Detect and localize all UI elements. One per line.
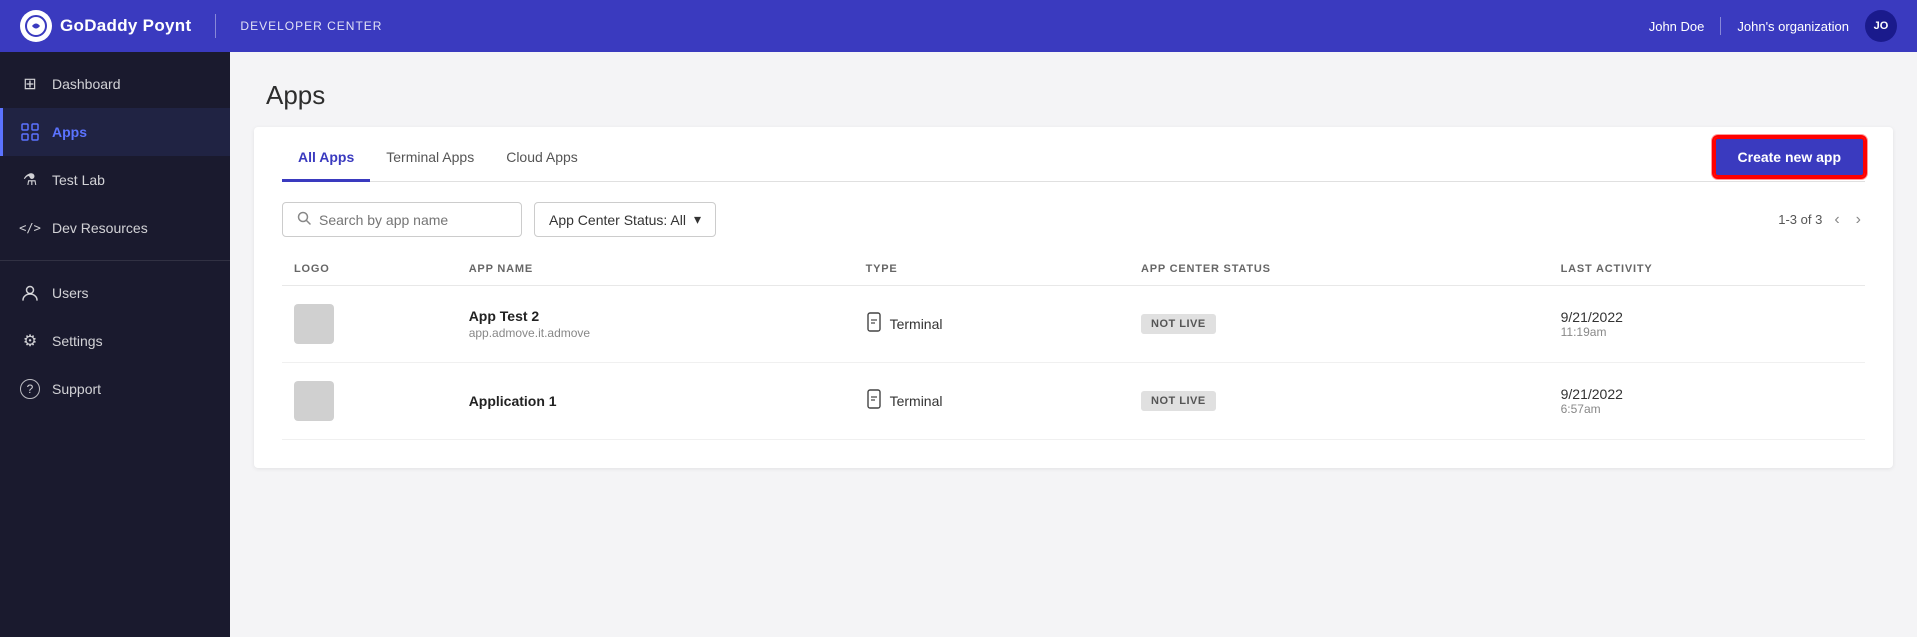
sidebar-label-settings: Settings (52, 333, 103, 349)
app-type-cell: Terminal (854, 363, 1129, 440)
user-name: John Doe (1649, 19, 1705, 34)
sidebar-item-users[interactable]: Users (0, 269, 230, 317)
sidebar-label-apps: Apps (52, 124, 87, 140)
status-filter-dropdown[interactable]: App Center Status: All ▾ (534, 202, 716, 237)
sidebar-item-testlab[interactable]: ⚗ Test Lab (0, 156, 230, 204)
tabs: All Apps Terminal Apps Cloud Apps (282, 133, 594, 181)
sidebar-item-support[interactable]: ? Support (0, 365, 230, 413)
dashboard-icon: ⊞ (20, 74, 40, 94)
sidebar-label-dashboard: Dashboard (52, 76, 121, 92)
status-badge: NOT LIVE (1141, 391, 1216, 411)
app-activity-cell: 9/21/2022 11:19am (1549, 286, 1865, 363)
activity-time: 6:57am (1561, 402, 1853, 416)
sidebar-label-devresources: Dev Resources (52, 220, 148, 236)
dev-center-label: DEVELOPER CENTER (240, 19, 382, 33)
app-type-label: Terminal (890, 393, 943, 409)
nav-divider (215, 14, 216, 38)
table-header-row: LOGO APP NAME TYPE APP CENTER STATUS LAS… (282, 253, 1865, 286)
activity-time: 11:19am (1561, 325, 1853, 339)
pagination-info: 1-3 of 3 ‹ › (1778, 209, 1865, 231)
tab-cloud-apps[interactable]: Cloud Apps (490, 133, 594, 182)
app-name: App Test 2 (469, 308, 842, 324)
sidebar-label-testlab: Test Lab (52, 172, 105, 188)
app-sub: app.admove.it.admove (469, 326, 842, 340)
pagination-next-button[interactable]: › (1852, 209, 1865, 231)
table-body: App Test 2 app.admove.it.admove Terminal (282, 286, 1865, 440)
support-icon: ? (20, 379, 40, 399)
sidebar-item-settings[interactable]: ⚙ Settings (0, 317, 230, 365)
status-badge: NOT LIVE (1141, 314, 1216, 334)
sidebar-item-apps[interactable]: Apps (0, 108, 230, 156)
logo-text: GoDaddy Poynt (60, 16, 191, 36)
app-logo-placeholder (294, 304, 334, 344)
col-header-logo: LOGO (282, 253, 457, 286)
avatar[interactable]: JO (1865, 10, 1897, 42)
settings-icon: ⚙ (20, 331, 40, 351)
nav-left: GoDaddy Poynt DEVELOPER CENTER (20, 10, 382, 42)
sidebar-divider (0, 260, 230, 261)
app-status-cell: NOT LIVE (1129, 286, 1549, 363)
sidebar: ⊞ Dashboard Apps ⚗ Test Lab </> Dev Reso… (0, 52, 230, 637)
app-activity-cell: 9/21/2022 6:57am (1549, 363, 1865, 440)
col-header-type: TYPE (854, 253, 1129, 286)
page-header: Apps (230, 52, 1917, 127)
activity-date: 9/21/2022 (1561, 386, 1853, 402)
users-icon (20, 283, 40, 303)
apps-table: LOGO APP NAME TYPE APP CENTER STATUS LAS… (282, 253, 1865, 440)
chevron-down-icon: ▾ (694, 211, 701, 228)
activity-date: 9/21/2022 (1561, 309, 1853, 325)
filters-row: App Center Status: All ▾ 1-3 of 3 ‹ › (282, 202, 1865, 237)
sidebar-item-dashboard[interactable]: ⊞ Dashboard (0, 60, 230, 108)
col-header-appname: APP NAME (457, 253, 854, 286)
testlab-icon: ⚗ (20, 170, 40, 190)
app-logo-placeholder (294, 381, 334, 421)
terminal-icon (866, 312, 882, 337)
main-content: Apps All Apps Terminal Apps Cloud Apps C… (230, 52, 1917, 637)
top-nav: GoDaddy Poynt DEVELOPER CENTER John Doe … (0, 0, 1917, 52)
content-card: All Apps Terminal Apps Cloud Apps Create… (254, 127, 1893, 468)
sidebar-label-support: Support (52, 381, 101, 397)
app-name: Application 1 (469, 393, 842, 409)
pagination-prev-button[interactable]: ‹ (1830, 209, 1843, 231)
nav-right: John Doe John's organization JO (1649, 10, 1897, 42)
tabs-row: All Apps Terminal Apps Cloud Apps Create… (282, 127, 1865, 182)
tab-terminal-apps[interactable]: Terminal Apps (370, 133, 490, 182)
sidebar-item-devresources[interactable]: </> Dev Resources (0, 204, 230, 252)
create-new-app-button[interactable]: Create new app (1714, 137, 1865, 177)
devresources-icon: </> (20, 218, 40, 238)
app-name-cell: App Test 2 app.admove.it.admove (457, 286, 854, 363)
page-title: Apps (266, 80, 1881, 111)
col-header-status: APP CENTER STATUS (1129, 253, 1549, 286)
nav-user-divider (1720, 17, 1721, 35)
col-header-activity: LAST ACTIVITY (1549, 253, 1865, 286)
logo-area: GoDaddy Poynt (20, 10, 191, 42)
terminal-icon (866, 389, 882, 414)
logo-icon (20, 10, 52, 42)
tab-all-apps[interactable]: All Apps (282, 133, 370, 182)
search-input[interactable] (319, 212, 507, 228)
table-row[interactable]: Application 1 Terminal (282, 363, 1865, 440)
app-type-label: Terminal (890, 316, 943, 332)
sidebar-label-users: Users (52, 285, 89, 301)
app-logo-cell (282, 286, 457, 363)
app-logo-cell (282, 363, 457, 440)
apps-icon (20, 122, 40, 142)
table-header: LOGO APP NAME TYPE APP CENTER STATUS LAS… (282, 253, 1865, 286)
search-icon (297, 211, 311, 228)
table-row[interactable]: App Test 2 app.admove.it.admove Terminal (282, 286, 1865, 363)
main-layout: ⊞ Dashboard Apps ⚗ Test Lab </> Dev Reso… (0, 52, 1917, 637)
status-filter-label: App Center Status: All (549, 212, 686, 228)
search-box[interactable] (282, 202, 522, 237)
app-type-cell: Terminal (854, 286, 1129, 363)
filters-left: App Center Status: All ▾ (282, 202, 716, 237)
app-name-cell: Application 1 (457, 363, 854, 440)
pagination-text: 1-3 of 3 (1778, 212, 1822, 227)
app-status-cell: NOT LIVE (1129, 363, 1549, 440)
org-name: John's organization (1737, 19, 1849, 34)
